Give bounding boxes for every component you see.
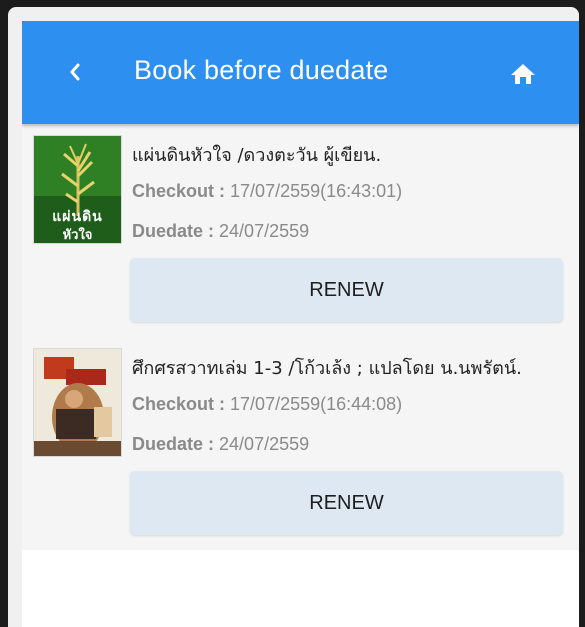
duedate-label: Duedate : [132, 221, 215, 241]
chevron-left-icon [70, 63, 80, 81]
duedate-info: Duedate : 24/07/2559 [132, 434, 309, 455]
phone-body: Book before duedate แผ่นดิน หัวใจ แผ่นดิ… [8, 7, 579, 627]
home-icon [511, 64, 535, 84]
checkout-info: Checkout : 17/07/2559(16:43:01) [132, 181, 402, 202]
list-item: แผ่นดิน หัวใจ แผ่นดินหัวใจ /ดวงตะวัน ผู้… [22, 124, 579, 337]
renew-button[interactable]: RENEW [130, 471, 563, 535]
checkout-info: Checkout : 17/07/2559(16:44:08) [132, 394, 402, 415]
book-cover-image: แผ่นดิน หัวใจ [33, 135, 122, 244]
checkout-label: Checkout : [132, 394, 226, 414]
book-list: แผ่นดิน หัวใจ แผ่นดินหัวใจ /ดวงตะวัน ผู้… [22, 124, 579, 550]
duedate-label: Duedate : [132, 434, 215, 454]
duedate-info: Duedate : 24/07/2559 [132, 221, 309, 242]
home-button[interactable] [508, 59, 538, 89]
app-header: Book before duedate [22, 21, 579, 124]
app-screen: Book before duedate แผ่นดิน หัวใจ แผ่นดิ… [22, 21, 579, 627]
renew-button[interactable]: RENEW [130, 258, 563, 322]
book-cover-image [33, 348, 122, 457]
duedate-value: 24/07/2559 [219, 434, 310, 454]
book-title[interactable]: ศึกศรสวาทเล่ม 1-3 /โก้วเล้ง ; แปลโดย น.น… [132, 353, 572, 382]
checkout-label: Checkout : [132, 181, 226, 201]
checkout-value: 17/07/2559(16:43:01) [230, 181, 403, 201]
duedate-value: 24/07/2559 [219, 221, 310, 241]
checkout-value: 17/07/2559(16:44:08) [230, 394, 403, 414]
device-frame: Book before duedate แผ่นดิน หัวใจ แผ่นดิ… [0, 0, 585, 627]
cover-title-line2: หัวใจ [62, 228, 93, 243]
back-button[interactable] [60, 57, 90, 87]
book-title[interactable]: แผ่นดินหัวใจ /ดวงตะวัน ผู้เขียน. [132, 140, 572, 169]
list-item: ศึกศรสวาทเล่ม 1-3 /โก้วเล้ง ; แปลโดย น.น… [22, 337, 579, 550]
page-title: Book before duedate [134, 55, 389, 85]
